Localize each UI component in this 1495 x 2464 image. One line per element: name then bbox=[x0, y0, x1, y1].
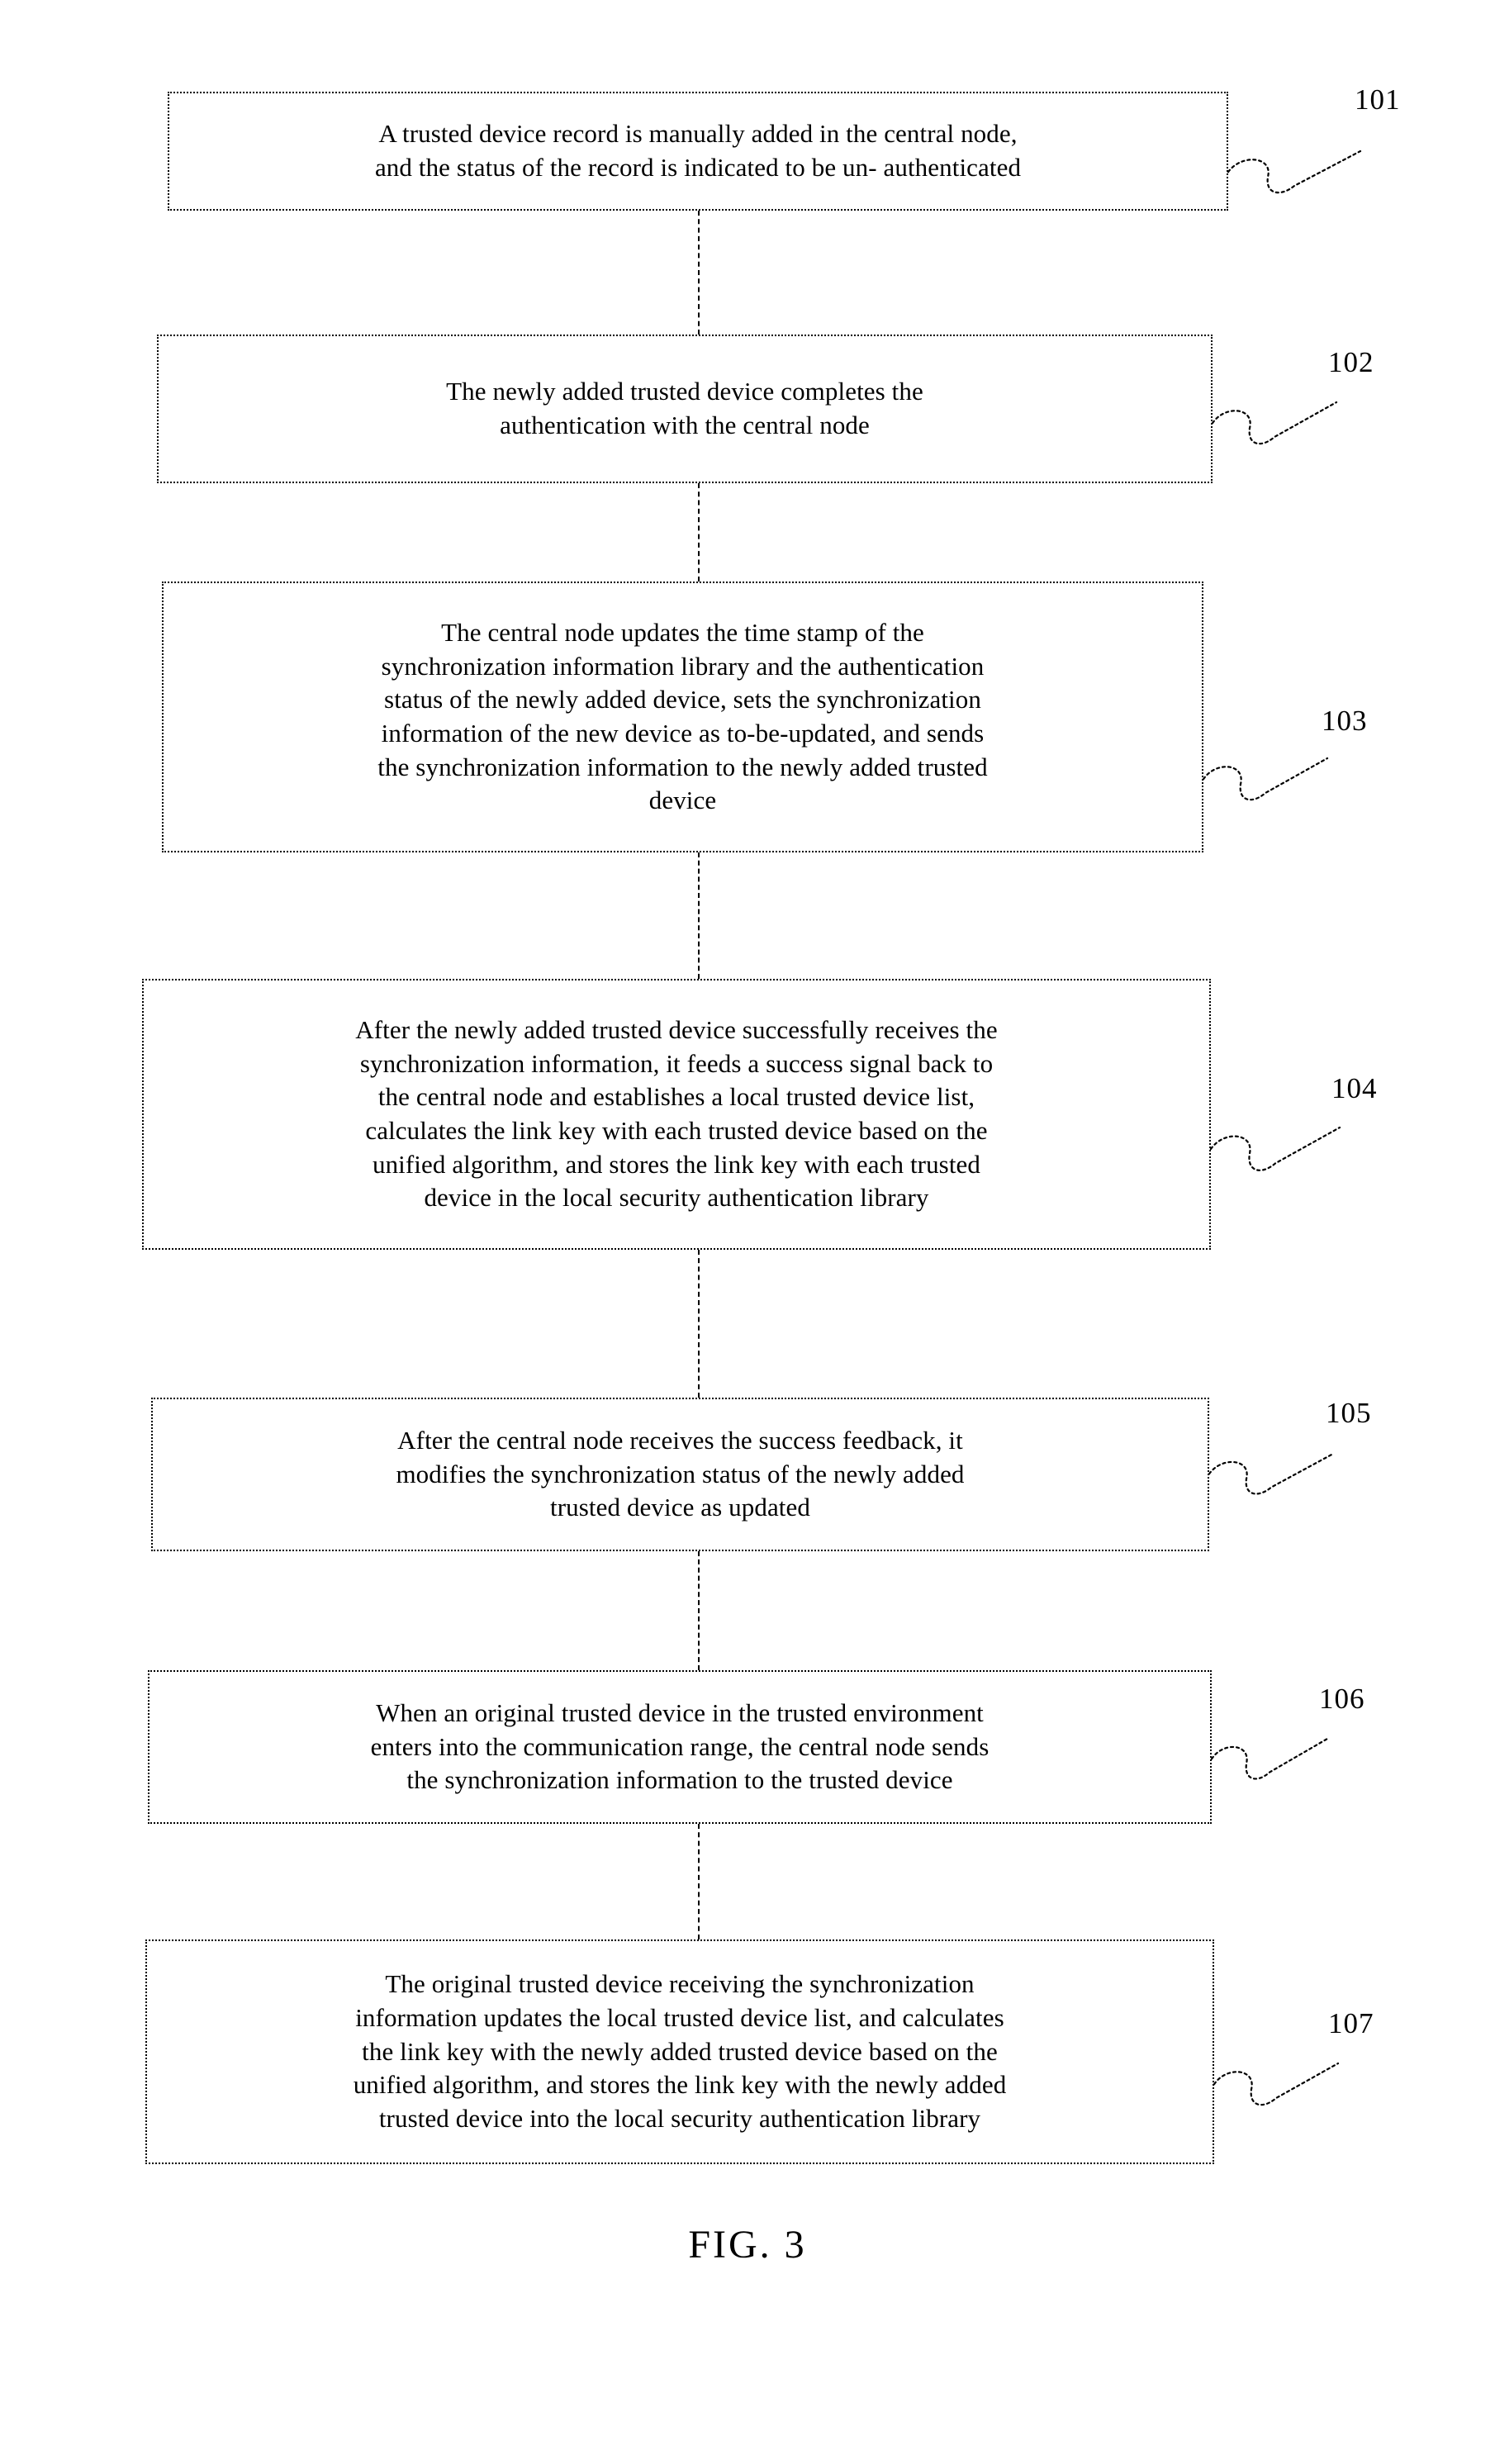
leader-line-103 bbox=[1202, 757, 1329, 808]
figure-caption: FIG. 3 bbox=[688, 2223, 807, 2267]
leader-line-107 bbox=[1213, 2062, 1340, 2113]
connector-102-to-103 bbox=[698, 483, 700, 582]
reference-numeral-102: 102 bbox=[1328, 346, 1374, 378]
flow-step-box-107: The original trusted device receiving th… bbox=[145, 1939, 1214, 2164]
reference-numeral-104: 104 bbox=[1331, 1072, 1378, 1104]
flow-step-text-101: A trusted device record is manually adde… bbox=[374, 119, 1022, 182]
leader-line-104 bbox=[1209, 1126, 1341, 1179]
connector-104-to-105 bbox=[698, 1250, 700, 1398]
flow-step-box-105: After the central node receives the succ… bbox=[151, 1398, 1209, 1551]
leader-line-101 bbox=[1227, 150, 1362, 201]
flow-step-text-106: When an original trusted device in the t… bbox=[370, 1698, 990, 1795]
flow-step-text-105: After the central node receives the succ… bbox=[396, 1426, 965, 1522]
reference-numeral-105: 105 bbox=[1326, 1397, 1372, 1429]
flow-step-box-101: A trusted device record is manually adde… bbox=[168, 92, 1228, 211]
flow-step-text-102: The newly added trusted device completes… bbox=[446, 377, 923, 439]
connector-106-to-107 bbox=[698, 1824, 700, 1939]
reference-numeral-101: 101 bbox=[1355, 83, 1401, 116]
leader-line-102 bbox=[1211, 401, 1338, 452]
reference-numeral-107: 107 bbox=[1328, 2007, 1374, 2039]
leader-line-106 bbox=[1210, 1737, 1329, 1787]
flow-step-box-106: When an original trusted device in the t… bbox=[148, 1670, 1212, 1824]
flow-step-box-103: The central node updates the time stamp … bbox=[162, 582, 1203, 852]
flow-step-text-107: The original trusted device receiving th… bbox=[353, 1969, 1007, 2133]
connector-105-to-106 bbox=[698, 1551, 700, 1670]
patent-figure: A trusted device record is manually adde… bbox=[0, 0, 1495, 2464]
leader-line-105 bbox=[1208, 1452, 1335, 1502]
reference-numeral-106: 106 bbox=[1319, 1683, 1365, 1715]
reference-numeral-103: 103 bbox=[1322, 705, 1368, 737]
flow-step-text-103: The central node updates the time stamp … bbox=[377, 618, 988, 815]
connector-101-to-102 bbox=[698, 211, 700, 335]
flow-step-text-104: After the newly added trusted device suc… bbox=[355, 1015, 998, 1213]
flow-step-box-102: The newly added trusted device completes… bbox=[157, 335, 1213, 483]
flow-step-box-104: After the newly added trusted device suc… bbox=[142, 979, 1211, 1250]
connector-103-to-104 bbox=[698, 852, 700, 979]
